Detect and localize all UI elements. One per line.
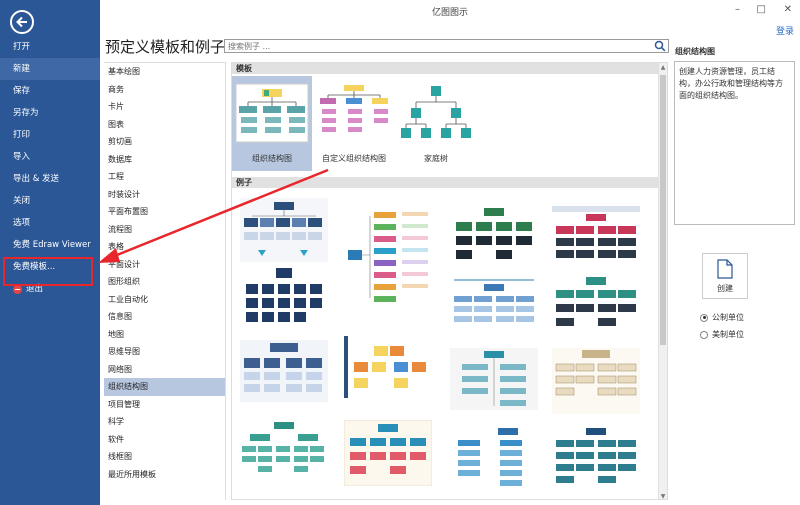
preview-title: 组织结构图 xyxy=(675,47,715,56)
example-thumbnail[interactable] xyxy=(344,206,432,306)
menu-options[interactable]: 选项 xyxy=(0,212,100,234)
example-thumbnail[interactable] xyxy=(552,348,640,414)
login-link[interactable]: 登录 xyxy=(776,24,794,37)
category-list: 基本绘图 商务 卡片 图表 剪切画 数据库 工程 时装设计 平面布置图 流程图 … xyxy=(104,62,226,500)
example-thumbnail[interactable] xyxy=(450,348,538,410)
search-input[interactable] xyxy=(225,40,645,52)
window-title: 亿图图示 xyxy=(431,8,468,18)
category-item[interactable]: 工程 xyxy=(104,168,225,186)
template-label: 自定义组织结构图 xyxy=(322,154,386,163)
category-item[interactable]: 平面布置图 xyxy=(104,203,225,221)
template-org-chart[interactable]: 组织结构图 xyxy=(232,76,312,171)
metric-unit-label: 公制单位 xyxy=(712,313,744,322)
examples-section-header: 例子 xyxy=(232,177,667,188)
category-item[interactable]: 图形组织 xyxy=(104,273,225,291)
example-thumbnail[interactable] xyxy=(450,274,538,336)
templates-section-header: 模板 xyxy=(232,63,667,74)
us-unit-label: 美制单位 xyxy=(712,330,744,339)
minimize-button[interactable]: – xyxy=(735,4,740,15)
search-icon[interactable] xyxy=(654,40,666,52)
category-item[interactable]: 软件 xyxy=(104,431,225,449)
category-item[interactable]: 流程图 xyxy=(104,221,225,239)
menu-save[interactable]: 保存 xyxy=(0,80,100,102)
menu-new[interactable]: 新建 xyxy=(0,58,100,80)
category-item[interactable]: 平面设计 xyxy=(104,256,225,274)
org-chart-thumbnail xyxy=(235,83,309,143)
example-thumbnail[interactable] xyxy=(240,266,328,326)
example-thumbnail[interactable] xyxy=(344,336,432,398)
example-thumbnail[interactable] xyxy=(450,206,538,264)
example-thumbnail[interactable] xyxy=(450,426,538,492)
template-gallery: 模板 组织结构图 自定义组织结构图 家庭树 例子 ▲ ▼ xyxy=(231,62,668,500)
example-thumbnail[interactable] xyxy=(552,206,640,266)
us-radio[interactable] xyxy=(700,330,708,339)
menu-save-as[interactable]: 另存为 xyxy=(0,102,100,124)
category-item-org-chart[interactable]: 组织结构图 xyxy=(104,378,225,396)
scroll-up-icon[interactable]: ▲ xyxy=(660,64,666,71)
close-button[interactable]: ✕ xyxy=(784,4,792,15)
example-thumbnail[interactable] xyxy=(240,198,328,262)
back-button[interactable] xyxy=(10,10,34,34)
create-button-label: 创建 xyxy=(717,283,733,293)
template-custom-org-chart[interactable]: 自定义组织结构图 xyxy=(314,76,394,164)
template-row: 组织结构图 自定义组织结构图 家庭树 xyxy=(232,74,667,177)
gallery-scrollbar[interactable]: ▲ ▼ xyxy=(658,63,667,499)
template-family-tree[interactable]: 家庭树 xyxy=(396,76,476,164)
example-thumbnail[interactable] xyxy=(240,420,328,482)
create-button[interactable]: 创建 xyxy=(702,253,748,299)
menu-free-viewer[interactable]: 免费 Edraw Viewer xyxy=(0,234,100,256)
category-item[interactable]: 思维导图 xyxy=(104,343,225,361)
category-item[interactable]: 基本绘图 xyxy=(104,63,225,81)
scroll-down-icon[interactable]: ▼ xyxy=(660,493,666,499)
family-tree-thumbnail xyxy=(401,86,471,138)
category-item[interactable]: 信息图 xyxy=(104,308,225,326)
category-item[interactable]: 项目管理 xyxy=(104,396,225,414)
category-item[interactable]: 时装设计 xyxy=(104,186,225,204)
example-thumbnail[interactable] xyxy=(240,340,328,402)
page-title: 预定义模板和例子 xyxy=(105,38,226,56)
menu-open[interactable]: 打开 xyxy=(0,36,100,58)
category-item[interactable]: 剪切画 xyxy=(104,133,225,151)
example-thumbnail[interactable] xyxy=(552,426,640,492)
template-label: 组织结构图 xyxy=(252,154,292,163)
backstage-sidebar: 打开 新建 保存 另存为 打印 导入 导出 & 发送 关闭 选项 免费 Edra… xyxy=(0,0,100,505)
metric-radio[interactable] xyxy=(700,313,708,322)
arrow-left-icon xyxy=(16,16,27,28)
menu-export-send[interactable]: 导出 & 发送 xyxy=(0,168,100,190)
category-item[interactable]: 图表 xyxy=(104,116,225,134)
category-item[interactable]: 线框图 xyxy=(104,448,225,466)
category-item[interactable]: 卡片 xyxy=(104,98,225,116)
highlight-annotation-box xyxy=(3,257,93,286)
custom-org-chart-thumbnail xyxy=(320,85,388,132)
menu-print[interactable]: 打印 xyxy=(0,124,100,146)
title-bar: 亿图图示 – □ ✕ xyxy=(100,0,800,22)
template-label: 家庭树 xyxy=(424,154,448,163)
category-item[interactable]: 最近所用模板 xyxy=(104,466,225,484)
scroll-thumb[interactable] xyxy=(660,75,666,345)
menu-import[interactable]: 导入 xyxy=(0,146,100,168)
metric-unit-option[interactable]: 公制单位 xyxy=(700,309,744,326)
us-unit-option[interactable]: 美制单位 xyxy=(700,326,744,343)
category-item[interactable]: 数据库 xyxy=(104,151,225,169)
category-item[interactable]: 表格 xyxy=(104,238,225,256)
category-item[interactable]: 科学 xyxy=(104,413,225,431)
category-item[interactable]: 地图 xyxy=(104,326,225,344)
category-item[interactable]: 商务 xyxy=(104,81,225,99)
example-thumbnail[interactable] xyxy=(344,420,432,486)
example-thumbnail[interactable] xyxy=(552,274,640,336)
category-item[interactable]: 工业自动化 xyxy=(104,291,225,309)
maximize-button[interactable]: □ xyxy=(757,4,766,15)
menu-close[interactable]: 关闭 xyxy=(0,190,100,212)
template-description: 创建人力资源管理，员工结构，办公行政和管理结构等方面的组织结构图。 xyxy=(674,61,795,225)
search-box xyxy=(224,39,669,53)
category-item[interactable]: 网络图 xyxy=(104,361,225,379)
unit-options: 公制单位 美制单位 xyxy=(700,309,744,343)
document-icon xyxy=(717,258,733,279)
